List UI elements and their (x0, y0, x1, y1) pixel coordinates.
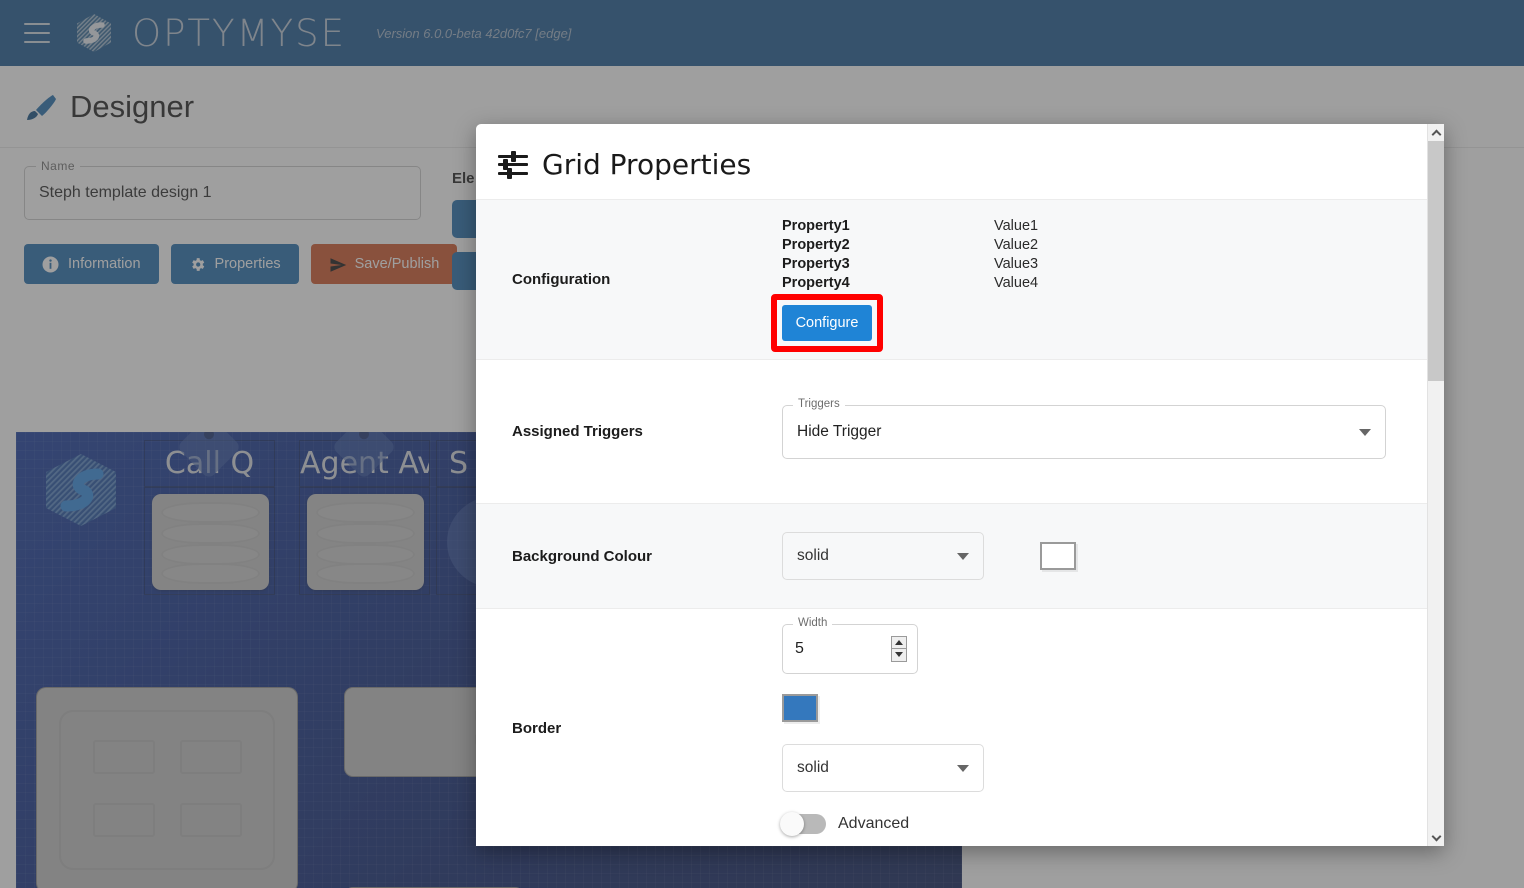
configuration-body: Property1 Value1 Property2 Value2 Proper… (782, 218, 1444, 341)
scroll-down-button[interactable] (1428, 829, 1444, 846)
section-assigned-triggers: Assigned Triggers Triggers Hide Trigger (476, 359, 1444, 503)
advanced-toggle[interactable] (782, 814, 826, 834)
grid-properties-dialog: Grid Properties Configuration Property1 … (476, 124, 1444, 846)
background-colour-label: Background Colour (512, 548, 782, 565)
stepper-down-icon[interactable] (892, 649, 906, 661)
background-style-select[interactable]: solid (782, 532, 984, 580)
config-property-value: Value4 (994, 275, 1444, 291)
config-property-value: Value2 (994, 237, 1444, 253)
configure-button-wrap: Configure (782, 305, 872, 341)
config-property-key: Property3 (782, 256, 994, 272)
dialog-header: Grid Properties (476, 124, 1444, 199)
assigned-triggers-label: Assigned Triggers (512, 423, 782, 440)
tune-sliders-icon (498, 153, 528, 177)
advanced-toggle-row[interactable]: Advanced (782, 814, 1444, 834)
config-property-key: Property2 (782, 237, 994, 253)
border-colour-swatch[interactable] (782, 694, 818, 722)
border-label: Border (512, 720, 782, 737)
section-border: Border Width 5 solid (476, 608, 1444, 846)
section-background-colour: Background Colour solid (476, 503, 1444, 608)
border-width-value: 5 (795, 640, 804, 658)
dialog-title: Grid Properties (542, 148, 751, 181)
assigned-triggers-body: Triggers Hide Trigger (782, 405, 1444, 459)
chevron-down-icon (1432, 831, 1442, 841)
chevron-down-icon[interactable] (1359, 429, 1371, 436)
app-root: OPTYMYSE Version 6.0.0-beta 42d0fc7 [edg… (0, 0, 1524, 888)
dialog-sections: Configuration Property1 Value1 Property2… (476, 199, 1444, 846)
triggers-select-legend: Triggers (793, 398, 845, 410)
border-width-stepper[interactable] (891, 636, 907, 662)
section-configuration: Configuration Property1 Value1 Property2… (476, 199, 1444, 359)
chevron-down-icon[interactable] (957, 765, 969, 772)
background-colour-swatch[interactable] (1040, 542, 1076, 570)
scroll-up-button[interactable] (1428, 124, 1444, 141)
border-body: Width 5 solid Advanced (782, 624, 1444, 834)
scrollbar-thumb[interactable] (1428, 141, 1444, 381)
configuration-label: Configuration (512, 271, 782, 288)
border-style-value: solid (797, 759, 829, 777)
config-property-value: Value1 (994, 218, 1444, 234)
border-width-legend: Width (793, 617, 832, 629)
config-property-key: Property4 (782, 275, 994, 291)
dialog-scrollbar[interactable] (1427, 124, 1444, 846)
config-property-value: Value3 (994, 256, 1444, 272)
chevron-up-icon (1432, 129, 1442, 139)
border-style-select[interactable]: solid (782, 744, 984, 792)
advanced-toggle-label: Advanced (838, 815, 909, 833)
chevron-down-icon[interactable] (957, 553, 969, 560)
background-colour-body: solid (782, 532, 1444, 580)
triggers-select-value: Hide Trigger (797, 423, 881, 441)
stepper-up-icon[interactable] (892, 637, 906, 650)
config-property-key: Property1 (782, 218, 994, 234)
configure-button[interactable]: Configure (782, 305, 872, 341)
triggers-select[interactable]: Triggers Hide Trigger (782, 405, 1386, 459)
configuration-properties-table: Property1 Value1 Property2 Value2 Proper… (782, 218, 1444, 291)
background-style-value: solid (797, 547, 829, 565)
border-width-field[interactable]: Width 5 (782, 624, 918, 674)
